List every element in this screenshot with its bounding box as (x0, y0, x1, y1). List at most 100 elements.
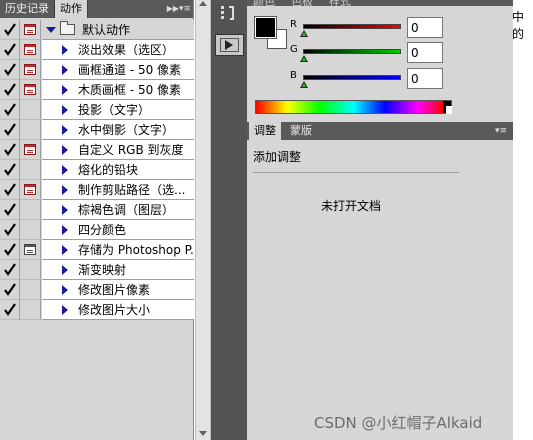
expand-triangle-icon[interactable] (62, 265, 68, 275)
tab-swatches[interactable]: 色板 (291, 0, 313, 6)
foreground-color-swatch[interactable] (254, 16, 277, 39)
dialog-toggle[interactable] (20, 20, 41, 40)
channel-value-input[interactable] (407, 68, 443, 89)
action-row[interactable]: 修改图片像素 (0, 280, 194, 300)
toggle-checkbox[interactable] (0, 100, 20, 120)
dialog-toggle[interactable] (20, 160, 41, 180)
action-item[interactable]: 水中倒影（文字） (42, 120, 194, 140)
action-item[interactable]: 自定义 RGB 到灰度 (42, 140, 194, 160)
dialog-toggle[interactable] (20, 300, 41, 320)
slider-knob-icon[interactable] (300, 55, 308, 62)
dialog-toggle[interactable] (20, 40, 41, 60)
action-item[interactable]: 四分颜色 (42, 220, 194, 240)
expand-triangle-icon[interactable] (46, 27, 56, 33)
channel-slider[interactable] (303, 49, 401, 54)
dialog-toggle[interactable] (20, 80, 41, 100)
actions-dock-icon[interactable] (217, 4, 243, 26)
toggle-checkbox[interactable] (0, 260, 20, 280)
action-item[interactable]: 画框通道 - 50 像素 (42, 60, 194, 80)
action-item[interactable]: 熔化的铅块 (42, 160, 194, 180)
action-row[interactable]: 淡出效果（选区） (0, 40, 194, 60)
expand-triangle-icon[interactable] (62, 105, 68, 115)
action-row[interactable]: 修改图片大小 (0, 300, 194, 320)
expand-triangle-icon[interactable] (62, 45, 68, 55)
scroll-down-arrow-icon[interactable] (199, 431, 207, 436)
white-swatch[interactable] (446, 106, 452, 114)
expand-triangle-icon[interactable] (62, 285, 68, 295)
toggle-checkbox[interactable] (0, 20, 20, 40)
toggle-checkbox[interactable] (0, 120, 20, 140)
expand-triangle-icon[interactable] (62, 145, 68, 155)
panel-menu-icon[interactable]: ▾≡ (179, 0, 191, 18)
action-row[interactable]: 自定义 RGB 到灰度 (0, 140, 194, 160)
action-set-row[interactable]: 默认动作 (0, 20, 194, 40)
expand-triangle-icon[interactable] (62, 205, 68, 215)
expand-triangle-icon[interactable] (62, 225, 68, 235)
scroll-up-arrow-icon[interactable] (199, 1, 207, 6)
dialog-toggle[interactable] (20, 120, 41, 140)
action-row[interactable]: 熔化的铅块 (0, 160, 194, 180)
toggle-checkbox[interactable] (0, 160, 20, 180)
action-item[interactable]: 投影（文字） (42, 100, 194, 120)
channel-slider[interactable] (303, 75, 401, 80)
toggle-checkbox[interactable] (0, 200, 20, 220)
color-spectrum-bar[interactable] (255, 100, 452, 114)
tab-color[interactable]: 颜色 (253, 0, 275, 6)
action-row[interactable]: 画框通道 - 50 像素 (0, 60, 194, 80)
expand-triangle-icon[interactable] (62, 65, 68, 75)
toggle-checkbox[interactable] (0, 40, 20, 60)
tab-adjustments[interactable]: 调整 (249, 122, 281, 140)
tab-history[interactable]: 历史记录 (0, 0, 55, 18)
action-row[interactable]: 存储为 Photoshop P... (0, 240, 194, 260)
expand-triangle-icon[interactable] (62, 165, 68, 175)
slider-knob-icon[interactable] (300, 81, 308, 88)
double-chevron-right-icon[interactable]: ▶▶ (167, 0, 179, 18)
action-row[interactable]: 制作剪贴路径（选... (0, 180, 194, 200)
action-row[interactable]: 四分颜色 (0, 220, 194, 240)
dialog-toggle[interactable] (20, 280, 41, 300)
channel-value-input[interactable] (407, 17, 443, 38)
action-item[interactable]: 棕褐色调（图层） (42, 200, 194, 220)
dialog-toggle[interactable] (20, 180, 41, 200)
toggle-checkbox[interactable] (0, 220, 20, 240)
action-row[interactable]: 投影（文字） (0, 100, 194, 120)
expand-triangle-icon[interactable] (62, 305, 68, 315)
toggle-checkbox[interactable] (0, 140, 20, 160)
panel-menu-icon[interactable]: ▾≡ (495, 122, 507, 140)
action-item[interactable]: 制作剪贴路径（选... (42, 180, 194, 200)
action-row[interactable]: 棕褐色调（图层） (0, 200, 194, 220)
toggle-checkbox[interactable] (0, 180, 20, 200)
channel-value-input[interactable] (407, 42, 443, 63)
dialog-toggle[interactable] (20, 220, 41, 240)
channel-slider[interactable] (303, 24, 401, 29)
expand-triangle-icon[interactable] (62, 185, 68, 195)
action-set-main[interactable]: 默认动作 (42, 20, 194, 40)
dialog-toggle[interactable] (20, 100, 41, 120)
action-item[interactable]: 淡出效果（选区） (42, 40, 194, 60)
tab-masks[interactable]: 蒙版 (285, 122, 317, 140)
dialog-toggle[interactable] (20, 240, 41, 260)
toggle-checkbox[interactable] (0, 300, 20, 320)
action-item[interactable]: 木质画框 - 50 像素 (42, 80, 194, 100)
dialog-toggle[interactable] (20, 140, 41, 160)
action-row[interactable]: 渐变映射 (0, 260, 194, 280)
dialog-toggle[interactable] (20, 200, 41, 220)
expand-triangle-icon[interactable] (62, 85, 68, 95)
expand-triangle-icon[interactable] (62, 125, 68, 135)
slider-knob-icon[interactable] (300, 30, 308, 37)
action-item[interactable]: 存储为 Photoshop P... (42, 240, 194, 260)
action-row[interactable]: 水中倒影（文字） (0, 120, 194, 140)
play-button[interactable] (215, 34, 244, 56)
tab-styles[interactable]: 样式 (329, 0, 351, 6)
action-item[interactable]: 修改图片大小 (42, 300, 194, 320)
action-item[interactable]: 渐变映射 (42, 260, 194, 280)
action-row[interactable]: 木质画框 - 50 像素 (0, 80, 194, 100)
action-item[interactable]: 修改图片像素 (42, 280, 194, 300)
expand-triangle-icon[interactable] (62, 245, 68, 255)
toggle-checkbox[interactable] (0, 240, 20, 260)
toggle-checkbox[interactable] (0, 280, 20, 300)
vertical-scrollbar[interactable] (195, 0, 211, 440)
tab-actions[interactable]: 动作 (55, 0, 88, 18)
dialog-toggle[interactable] (20, 260, 41, 280)
dialog-toggle[interactable] (20, 60, 41, 80)
